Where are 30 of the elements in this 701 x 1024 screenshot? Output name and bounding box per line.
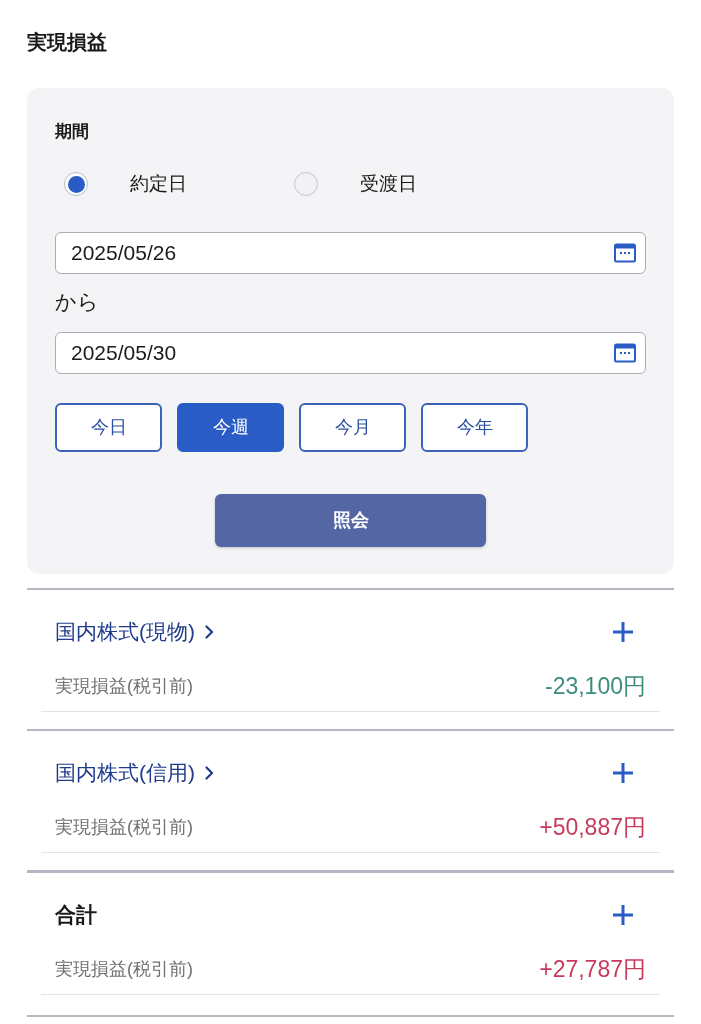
row-label: 実現損益(税引前) <box>55 958 193 981</box>
calendar-icon[interactable] <box>614 343 636 363</box>
plus-icon[interactable] <box>612 762 634 784</box>
query-button[interactable]: 照会 <box>215 494 486 547</box>
total-title: 合計 <box>55 902 97 928</box>
plus-icon[interactable] <box>612 904 634 926</box>
profit-value: -23,100円 <box>545 672 646 701</box>
radio-label: 約定日 <box>130 172 187 196</box>
row-label: 実現損益(税引前) <box>55 816 193 839</box>
radio-button[interactable] <box>64 172 88 196</box>
period-preset-button[interactable]: 今年 <box>421 403 528 452</box>
date-field[interactable]: 2025/05/26 <box>55 232 646 274</box>
period-preset-button[interactable]: 今月 <box>299 403 406 452</box>
chevron-right-icon <box>205 625 214 639</box>
calendar-icon[interactable] <box>614 243 636 263</box>
period-preset-button[interactable]: 今週 <box>177 403 284 452</box>
period-label: 期間 <box>55 122 89 141</box>
plus-icon[interactable] <box>612 621 634 643</box>
category-link[interactable]: 国内株式(信用) <box>55 758 214 788</box>
range-separator: から <box>55 290 99 313</box>
row-label: 実現損益(税引前) <box>55 675 193 698</box>
profit-value: +50,887円 <box>539 813 646 842</box>
radio-button[interactable] <box>294 172 318 196</box>
period-preset-button[interactable]: 今日 <box>55 403 162 452</box>
chevron-right-icon <box>205 766 214 780</box>
category-link[interactable]: 国内株式(現物) <box>55 617 214 647</box>
radio-label: 受渡日 <box>360 172 417 196</box>
page-title: 実現損益 <box>27 31 107 53</box>
profit-value: +27,787円 <box>539 955 646 984</box>
date-field[interactable]: 2025/05/30 <box>55 332 646 374</box>
